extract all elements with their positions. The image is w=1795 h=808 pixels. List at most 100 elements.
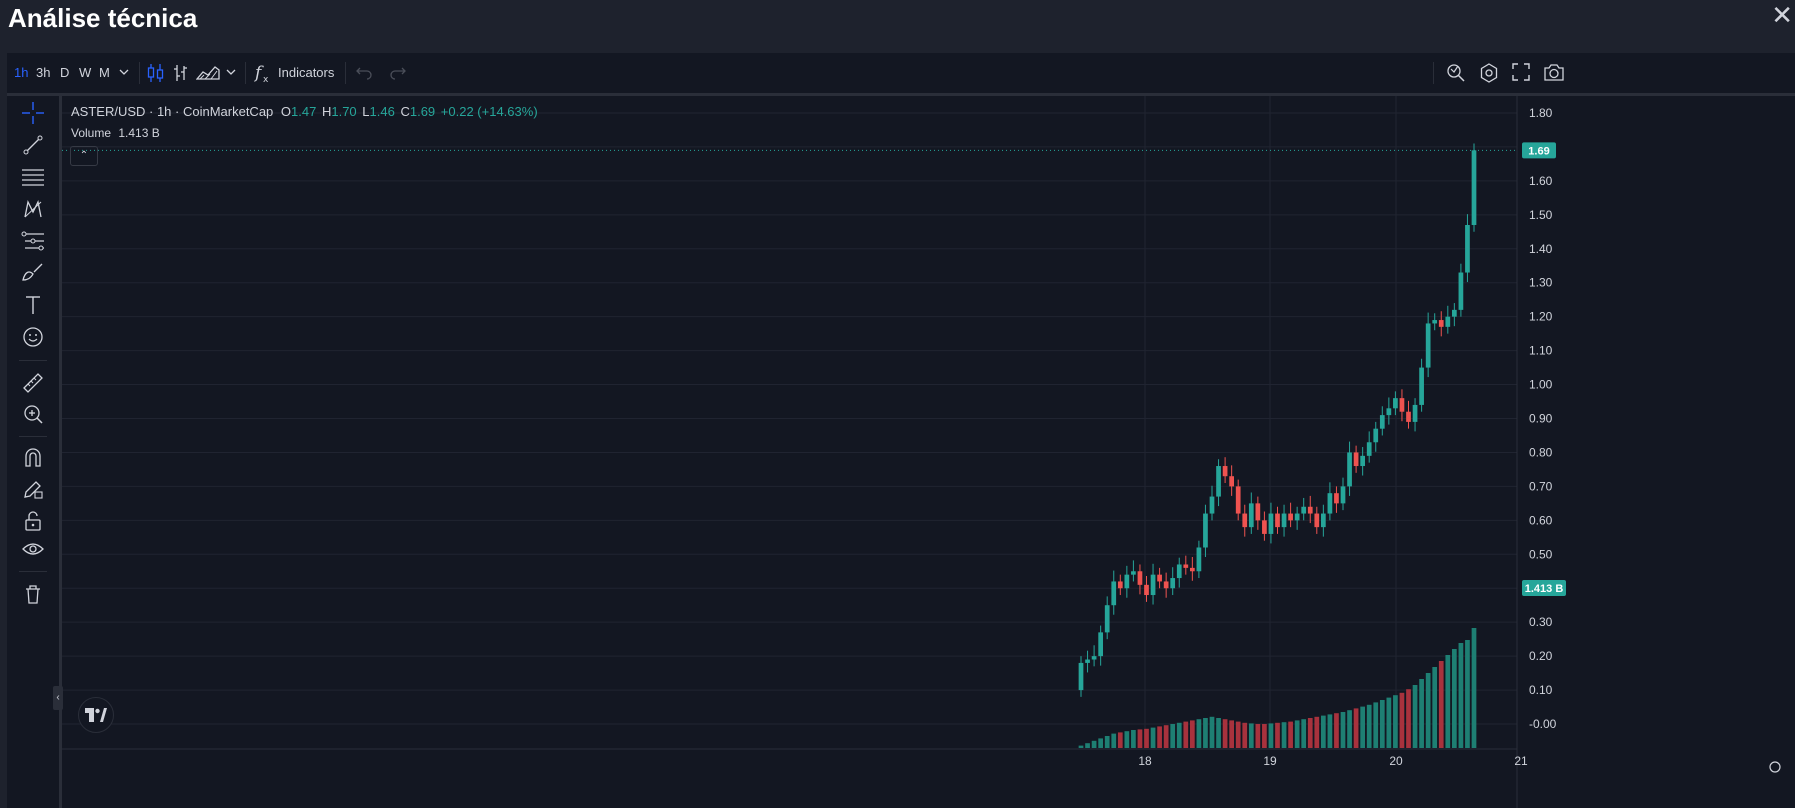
candle-body — [1104, 605, 1110, 633]
bars-chart-type-icon[interactable] — [172, 62, 190, 86]
volume-bar — [1255, 724, 1261, 748]
close-label: C — [400, 104, 410, 119]
trend-line-icon[interactable] — [19, 131, 47, 159]
collapse-legend-chevron-up-icon[interactable]: ⌃ — [70, 146, 98, 166]
volume-bar — [1170, 724, 1176, 748]
emoji-icon[interactable] — [19, 323, 47, 351]
horizontal-lines-icon[interactable] — [19, 163, 47, 191]
candle-body — [1262, 520, 1267, 534]
ruler-icon[interactable] — [19, 369, 47, 397]
settings-gear-icon[interactable] — [1478, 62, 1500, 86]
price-axis-label: 0.50 — [1529, 547, 1553, 561]
candle-body — [1255, 503, 1261, 521]
candles-chart-type-icon[interactable] — [146, 62, 166, 86]
candle-body — [1189, 567, 1195, 572]
trash-icon[interactable] — [19, 580, 47, 608]
undo-icon[interactable] — [356, 63, 374, 87]
zoom-in-icon[interactable] — [19, 400, 47, 428]
price-axis-label: 0.70 — [1529, 479, 1553, 493]
price-axis-label: 0.10 — [1529, 683, 1553, 697]
candle-body — [1432, 320, 1438, 324]
window-title-bar: Análise técnica ✕ — [0, 0, 1795, 53]
interval-3h-button[interactable]: 3h — [36, 61, 50, 85]
volume-bar — [1386, 697, 1392, 748]
interval-d-button[interactable]: D — [60, 61, 69, 85]
fullscreen-icon[interactable] — [1511, 62, 1531, 86]
area-chart-type-icon[interactable] — [195, 62, 220, 86]
interval-w-button[interactable]: W — [79, 61, 91, 85]
lock-icon[interactable] — [19, 507, 47, 535]
volume-bar — [1425, 673, 1431, 748]
interval-1h-button[interactable]: 1h — [14, 61, 28, 85]
volume-bar — [1294, 720, 1300, 748]
magnet-icon[interactable] — [19, 443, 47, 471]
volume-bar — [1347, 710, 1352, 748]
fib-icon[interactable] — [19, 227, 47, 255]
volume-bar — [1098, 738, 1104, 748]
indicators-button[interactable]: Indicators — [278, 61, 334, 85]
volume-bar — [1117, 732, 1123, 748]
volume-bar — [1432, 667, 1438, 748]
volume-bar — [1445, 655, 1451, 748]
screenshot-camera-icon[interactable] — [1543, 62, 1565, 86]
candle-body — [1203, 513, 1208, 548]
candle-body — [1216, 466, 1221, 497]
candle-body — [1419, 367, 1424, 405]
tradingview-logo-icon[interactable] — [78, 697, 114, 733]
volume-bar — [1465, 640, 1470, 748]
volume-bar — [1222, 719, 1228, 748]
volume-bar — [1451, 649, 1457, 748]
chart-widget: 1h 3h D W M fx Indicators 1.80 1.60 1.50… — [7, 53, 1795, 808]
volume-bar — [1281, 722, 1287, 748]
top-toolbar: 1h 3h D W M fx Indicators — [7, 53, 1795, 96]
chart-type-dropdown-chevron-icon[interactable] — [225, 62, 237, 86]
volume-bar — [1209, 716, 1215, 748]
low-label: L — [362, 104, 370, 119]
change-value: +0.22 (+14.63%) — [440, 104, 538, 119]
pattern-icon[interactable] — [19, 195, 47, 223]
volume-bar — [1157, 726, 1162, 748]
volume-bar — [1196, 719, 1202, 748]
time-axis-label: 19 — [1263, 754, 1277, 768]
volume-bar — [1189, 720, 1195, 748]
candle-body — [1268, 513, 1274, 534]
close-icon[interactable]: ✕ — [1771, 0, 1793, 31]
candle-body — [1412, 404, 1418, 422]
time-axis-label: 18 — [1138, 754, 1152, 768]
volume-bar — [1203, 718, 1208, 748]
candle-body — [1399, 398, 1405, 412]
volume-bar — [1419, 679, 1424, 748]
lock-pencil-icon[interactable] — [19, 475, 47, 503]
chart-pane[interactable]: 1.80 1.70 1.60 1.50 1.40 1.30 1.20 1.10 1.00 0.90… — [53, 96, 1795, 808]
volume-bar — [1412, 685, 1418, 748]
collapse-toolbar-chevron-left-icon[interactable]: ‹ — [53, 686, 63, 710]
candle-body — [1425, 323, 1431, 368]
text-icon[interactable] — [19, 291, 47, 319]
candle-body — [1157, 574, 1162, 582]
candle-body — [1248, 503, 1254, 528]
interval-dropdown-chevron-icon[interactable] — [118, 62, 130, 86]
volume-bar — [1353, 708, 1359, 748]
candle-body — [1458, 272, 1464, 310]
candle-body — [1183, 564, 1189, 568]
redo-icon[interactable] — [388, 63, 406, 87]
eye-icon[interactable] — [19, 536, 47, 564]
price-chart[interactable]: 1.80 1.70 1.60 1.50 1.40 1.30 1.20 1.10 1.00 0.90… — [62, 96, 1795, 808]
volume-label[interactable]: Volume — [71, 126, 111, 140]
indicators-fx-icon[interactable]: fx — [253, 61, 274, 85]
crosshair-icon[interactable] — [19, 99, 47, 127]
high-value: 1.70 — [331, 104, 357, 119]
price-axis-label: 0.60 — [1529, 513, 1553, 527]
brush-icon[interactable] — [19, 259, 47, 287]
volume-bar — [1176, 722, 1182, 748]
close-value: 1.69 — [409, 104, 436, 119]
price-axis-label: 1.40 — [1529, 242, 1553, 256]
volume-bar — [1248, 723, 1254, 748]
open-value: 1.47 — [291, 104, 317, 119]
candle-body — [1465, 225, 1470, 273]
interval-m-button[interactable]: M — [99, 61, 110, 85]
symbol-name[interactable]: ASTER/USD · 1h · CoinMarketCap — [71, 104, 273, 119]
quick-search-icon[interactable] — [1445, 62, 1467, 86]
candle-body — [1471, 150, 1477, 225]
window-title: Análise técnica — [8, 3, 198, 33]
